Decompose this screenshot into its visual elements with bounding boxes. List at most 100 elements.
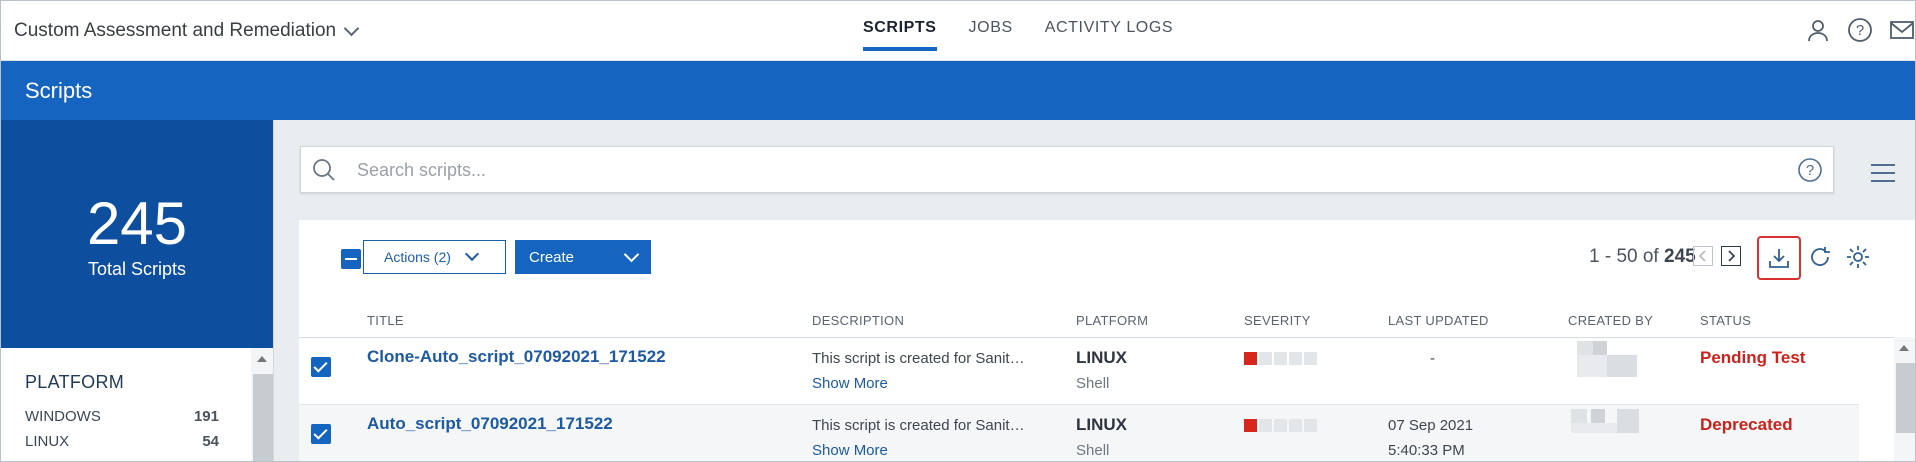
severity-level-4 <box>1289 419 1302 432</box>
actions-label: Actions (2) <box>384 249 451 265</box>
create-dropdown-button[interactable]: Create <box>515 240 651 274</box>
col-created-by[interactable]: CREATED BY <box>1568 313 1653 328</box>
last-updated-date: - <box>1430 350 1435 367</box>
download-button[interactable] <box>1757 236 1801 280</box>
last-updated-date: 07 Sep 2021 <box>1388 417 1474 434</box>
settings-gear-icon[interactable] <box>1845 244 1871 270</box>
app-frame: Custom Assessment and Remediation SCRIPT… <box>0 0 1916 462</box>
severity-level-3 <box>1274 352 1287 365</box>
facet-item-windows[interactable]: WINDOWS 191 <box>25 408 219 425</box>
search-icon <box>313 159 335 181</box>
pagination-summary: 1 - 50 of 245 <box>1589 246 1696 268</box>
hamburger-menu-icon[interactable] <box>1870 162 1896 184</box>
script-title-link[interactable]: Auto_script_07092021_171522 <box>367 414 613 434</box>
main-content: Search scripts... ? Actions (2) Create 1… <box>274 120 1915 461</box>
severity-level-3 <box>1274 419 1287 432</box>
row-checkbox[interactable] <box>311 424 331 444</box>
select-all-checkbox[interactable] <box>341 249 361 269</box>
help-icon[interactable]: ? <box>1797 157 1823 183</box>
show-more-link[interactable]: Show More <box>812 442 888 459</box>
facet-item-label: LINUX <box>25 433 70 450</box>
facet-item-linux[interactable]: LINUX 54 <box>25 433 219 450</box>
status-badge: Deprecated <box>1700 415 1793 434</box>
facet-item-count: 54 <box>202 433 219 450</box>
total-scripts-card: 245 Total Scripts <box>1 120 273 348</box>
facet-scrollbar[interactable] <box>251 348 273 461</box>
severity-level-5 <box>1304 352 1317 365</box>
search-bar[interactable]: Search scripts... ? <box>300 146 1834 193</box>
severity-level-2 <box>1259 419 1272 432</box>
col-platform[interactable]: PLATFORM <box>1076 313 1148 328</box>
scrollbar-thumb[interactable] <box>1896 363 1915 433</box>
total-scripts-count: 245 <box>86 190 188 257</box>
show-more-link[interactable]: Show More <box>812 375 888 392</box>
platform-type: Shell <box>1076 375 1110 392</box>
scrollbar-thumb[interactable] <box>253 374 273 461</box>
severity-level-4 <box>1289 352 1302 365</box>
script-title-link[interactable]: Clone-Auto_script_07092021_171522 <box>367 347 666 367</box>
svg-text:?: ? <box>1806 162 1814 179</box>
user-icon[interactable] <box>1805 17 1831 43</box>
pagination-range: 1 - 50 of <box>1589 246 1659 267</box>
status-badge: Pending Test <box>1700 348 1806 367</box>
col-severity[interactable]: SEVERITY <box>1244 313 1311 328</box>
left-panel: 245 Total Scripts PLATFORM WINDOWS 191 L… <box>1 120 274 461</box>
script-description: This script is created for Sanit… <box>812 350 1025 367</box>
mail-icon[interactable] <box>1889 17 1915 43</box>
facet-item-count: 191 <box>193 408 219 425</box>
table-scrollbar[interactable] <box>1894 337 1915 461</box>
pagination-total: 245 <box>1664 246 1696 267</box>
download-icon <box>1769 249 1789 268</box>
create-label: Create <box>529 248 575 266</box>
total-scripts-label: Total Scripts <box>87 259 187 279</box>
help-icon[interactable]: ? <box>1847 17 1873 43</box>
prev-page-button[interactable] <box>1693 246 1713 266</box>
last-updated-time: 5:40:33 PM <box>1388 442 1465 459</box>
script-description: This script is created for Sanit… <box>812 417 1025 434</box>
platform-name: LINUX <box>1076 348 1127 367</box>
table-row[interactable]: Clone-Auto_script_07092021_171522 This s… <box>299 338 1859 405</box>
facet-item-label: WINDOWS <box>25 408 101 425</box>
platform-name: LINUX <box>1076 415 1127 434</box>
next-page-button[interactable] <box>1721 246 1741 266</box>
row-checkbox[interactable] <box>311 357 331 377</box>
main-nav: SCRIPTS JOBS ACTIVITY LOGS <box>863 1 1205 60</box>
col-status[interactable]: STATUS <box>1700 313 1751 328</box>
platform-facet: PLATFORM WINDOWS 191 LINUX 54 <box>1 348 273 461</box>
actions-dropdown-button[interactable]: Actions (2) <box>363 240 506 274</box>
severity-indicator <box>1244 352 1317 365</box>
scroll-up-icon[interactable] <box>257 356 267 362</box>
severity-level-1 <box>1244 419 1257 432</box>
severity-indicator <box>1244 419 1317 432</box>
next-page-icon <box>1728 250 1736 262</box>
col-last-updated[interactable]: LAST UPDATED <box>1388 313 1489 328</box>
tab-scripts[interactable]: SCRIPTS <box>863 1 937 60</box>
top-bar: Custom Assessment and Remediation SCRIPT… <box>1 1 1915 61</box>
facet-title: PLATFORM <box>25 372 125 392</box>
chevron-down-icon <box>343 20 360 36</box>
table-toolbar: Actions (2) Create 1 - 50 of 245 <box>299 220 1915 305</box>
table-header: TITLE DESCRIPTION PLATFORM SEVERITY LAST… <box>299 305 1915 338</box>
top-icons: ? <box>1805 17 1915 43</box>
chevron-down-icon <box>623 246 640 262</box>
col-title[interactable]: TITLE <box>367 313 404 328</box>
scroll-up-icon[interactable] <box>1899 345 1909 351</box>
severity-level-2 <box>1259 352 1272 365</box>
app-switcher[interactable]: Custom Assessment and Remediation <box>14 20 360 42</box>
platform-type: Shell <box>1076 442 1110 459</box>
page-title: Scripts <box>25 78 93 103</box>
severity-level-1 <box>1244 352 1257 365</box>
chevron-down-icon <box>464 246 479 262</box>
search-input[interactable]: Search scripts... <box>357 160 486 181</box>
page-header: Scripts <box>1 61 1915 120</box>
tab-jobs[interactable]: JOBS <box>969 1 1013 60</box>
app-title: Custom Assessment and Remediation <box>14 20 337 41</box>
col-description[interactable]: DESCRIPTION <box>812 313 904 328</box>
scripts-table-card: Actions (2) Create 1 - 50 of 245 TITLE D… <box>299 220 1915 461</box>
table-row[interactable]: Auto_script_07092021_171522 This script … <box>299 405 1859 461</box>
svg-text:?: ? <box>1856 22 1864 39</box>
severity-level-5 <box>1304 419 1317 432</box>
refresh-icon[interactable] <box>1807 244 1833 270</box>
prev-page-icon <box>1698 250 1706 262</box>
tab-activity-logs[interactable]: ACTIVITY LOGS <box>1045 1 1173 60</box>
